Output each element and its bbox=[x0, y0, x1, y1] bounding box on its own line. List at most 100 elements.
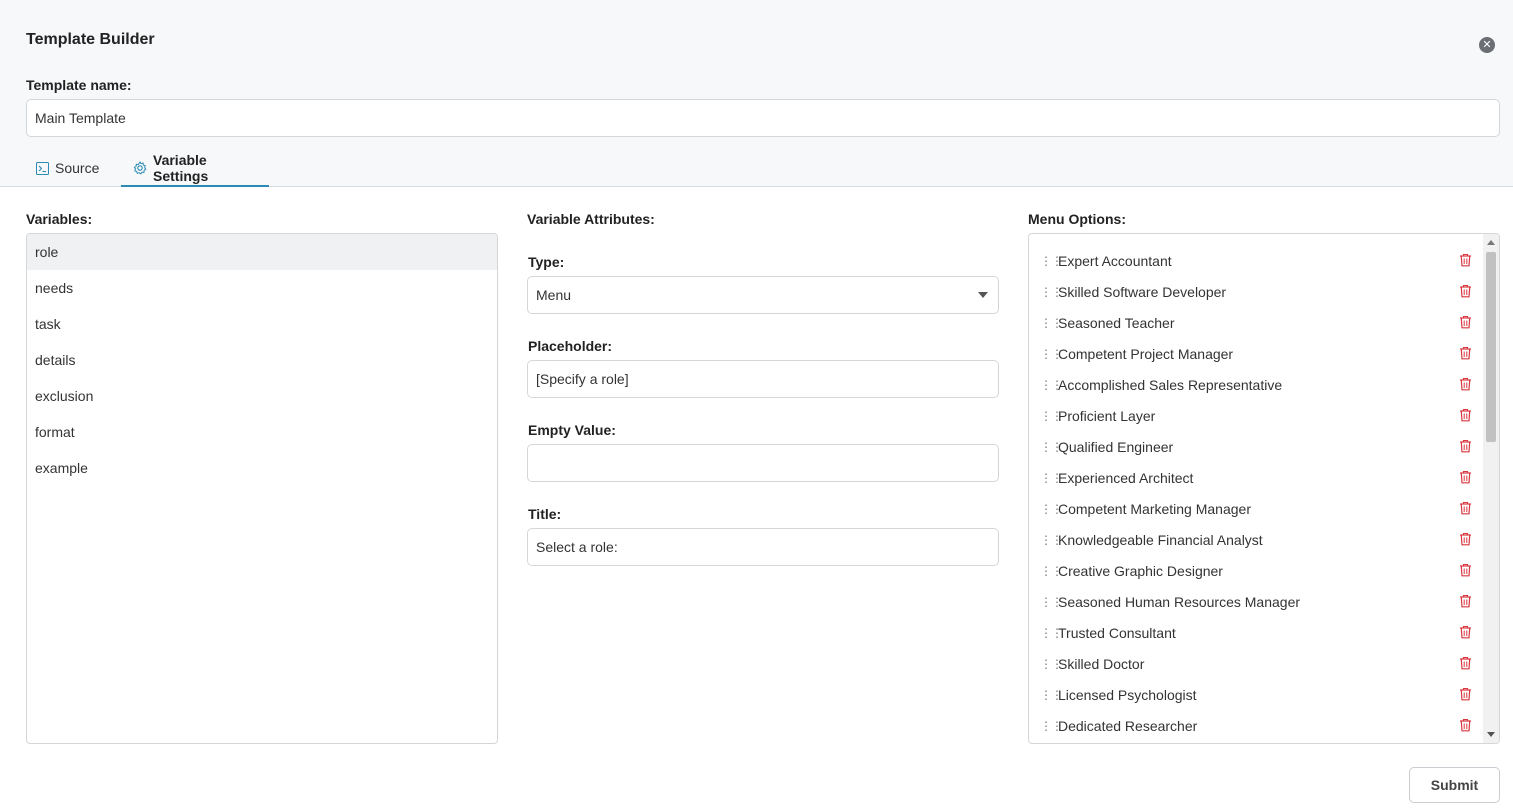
empty-value-input[interactable] bbox=[527, 444, 999, 482]
variable-item-role[interactable]: role bbox=[27, 234, 497, 270]
trash-icon[interactable] bbox=[1459, 718, 1472, 732]
tab-source-label: Source bbox=[55, 160, 100, 176]
placeholder-input[interactable] bbox=[527, 360, 999, 398]
scroll-up-icon[interactable] bbox=[1487, 240, 1495, 245]
trash-icon[interactable] bbox=[1459, 408, 1472, 422]
close-icon[interactable]: ✕ bbox=[1479, 37, 1495, 53]
menu-option-label: Expert Accountant bbox=[1058, 252, 1172, 269]
terminal-icon bbox=[36, 161, 49, 175]
drag-handle-icon[interactable]: ⋮⋮ bbox=[1040, 534, 1063, 546]
menu-option-item[interactable]: ⋮⋮ Trusted Consultant bbox=[1029, 617, 1481, 648]
trash-icon[interactable] bbox=[1459, 501, 1472, 515]
type-select-value: Menu bbox=[536, 287, 572, 303]
drag-handle-icon[interactable]: ⋮⋮ bbox=[1040, 379, 1063, 391]
menu-option-label: Competent Project Manager bbox=[1058, 345, 1234, 362]
menu-option-item[interactable]: ⋮⋮ Skilled Doctor bbox=[1029, 648, 1481, 679]
menu-option-label: Skilled Doctor bbox=[1058, 655, 1145, 672]
drag-handle-icon[interactable]: ⋮⋮ bbox=[1040, 317, 1063, 329]
template-name-label: Template name: bbox=[26, 77, 132, 93]
drag-handle-icon[interactable]: ⋮⋮ bbox=[1040, 441, 1063, 453]
trash-icon[interactable] bbox=[1459, 253, 1472, 267]
variable-item-details[interactable]: details bbox=[27, 342, 497, 378]
trash-icon[interactable] bbox=[1459, 377, 1472, 391]
tab-variable-settings-label: Variable Settings bbox=[153, 152, 209, 184]
variable-item-format[interactable]: format bbox=[27, 414, 497, 450]
variable-item-example[interactable]: example bbox=[27, 450, 497, 486]
menu-option-item[interactable]: ⋮⋮ Creative Graphic Designer bbox=[1029, 555, 1481, 586]
menu-option-label: Proficient Layer bbox=[1058, 407, 1156, 424]
menu-option-item[interactable]: ⋮⋮ Experienced Architect bbox=[1029, 462, 1481, 493]
menu-option-label: Creative Graphic Designer bbox=[1058, 562, 1223, 579]
trash-icon[interactable] bbox=[1459, 594, 1472, 608]
trash-icon[interactable] bbox=[1459, 315, 1472, 329]
drag-handle-icon[interactable]: ⋮⋮ bbox=[1040, 689, 1063, 701]
menu-option-item[interactable]: ⋮⋮ Competent Marketing Manager bbox=[1029, 493, 1481, 524]
menu-options-label: Menu Options: bbox=[1028, 211, 1126, 227]
type-select[interactable]: Menu bbox=[527, 276, 999, 314]
menu-option-label: Seasoned Human Resources Manager bbox=[1058, 593, 1301, 610]
menu-options-items: ⋮⋮ Expert Accountant ⋮⋮ Skilled Software De… bbox=[1029, 245, 1481, 741]
menu-option-label: Skilled Software Developer bbox=[1058, 283, 1227, 300]
variables-list: role needs task details exclusion format… bbox=[26, 233, 498, 744]
menu-option-item[interactable]: ⋮⋮ Licensed Psychologist bbox=[1029, 679, 1481, 710]
menu-option-item[interactable]: ⋮⋮ Expert Accountant bbox=[1029, 245, 1481, 276]
empty-value-label: Empty Value: bbox=[528, 422, 616, 438]
menu-options-scrollbar[interactable] bbox=[1483, 234, 1499, 743]
drag-handle-icon[interactable]: ⋮⋮ bbox=[1040, 255, 1063, 267]
placeholder-label: Placeholder: bbox=[528, 338, 613, 354]
variable-attributes-label: Variable Attributes: bbox=[527, 211, 655, 227]
tab-variable-settings[interactable]: Variable Settings bbox=[121, 150, 269, 187]
variable-item-exclusion[interactable]: exclusion bbox=[27, 378, 497, 414]
scroll-down-icon[interactable] bbox=[1487, 732, 1495, 737]
variable-item-needs[interactable]: needs bbox=[27, 270, 497, 306]
menu-option-item[interactable]: ⋮⋮ Dedicated Researcher bbox=[1029, 710, 1481, 741]
drag-handle-icon[interactable]: ⋮⋮ bbox=[1040, 720, 1063, 732]
menu-option-item[interactable]: ⋮⋮ Proficient Layer bbox=[1029, 400, 1481, 431]
menu-option-item[interactable]: ⋮⋮ Accomplished Sales Representative bbox=[1029, 369, 1481, 400]
drag-handle-icon[interactable]: ⋮⋮ bbox=[1040, 410, 1063, 422]
trash-icon[interactable] bbox=[1459, 532, 1472, 546]
drag-handle-icon[interactable]: ⋮⋮ bbox=[1040, 348, 1063, 360]
trash-icon[interactable] bbox=[1459, 346, 1472, 360]
menu-option-item[interactable]: ⋮⋮ Knowledgeable Financial Analyst bbox=[1029, 524, 1481, 555]
drag-handle-icon[interactable]: ⋮⋮ bbox=[1040, 596, 1063, 608]
menu-option-label: Accomplished Sales Representative bbox=[1058, 376, 1283, 393]
menu-option-label: Seasoned Teacher bbox=[1058, 314, 1175, 331]
drag-handle-icon[interactable]: ⋮⋮ bbox=[1040, 503, 1063, 515]
gear-icon bbox=[133, 161, 147, 175]
menu-option-label: Dedicated Researcher bbox=[1058, 717, 1198, 734]
drag-handle-icon[interactable]: ⋮⋮ bbox=[1040, 658, 1063, 670]
variable-item-task[interactable]: task bbox=[27, 306, 497, 342]
menu-options-list: ⋮⋮ Expert Accountant ⋮⋮ Skilled Software De… bbox=[1028, 233, 1500, 744]
scrollbar-thumb[interactable] bbox=[1486, 252, 1496, 442]
title-input[interactable] bbox=[527, 528, 999, 566]
chevron-down-icon bbox=[978, 292, 988, 298]
menu-option-label: Experienced Architect bbox=[1058, 469, 1194, 486]
trash-icon[interactable] bbox=[1459, 687, 1472, 701]
drag-handle-icon[interactable]: ⋮⋮ bbox=[1040, 627, 1063, 639]
drag-handle-icon[interactable]: ⋮⋮ bbox=[1040, 472, 1063, 484]
tab-source[interactable]: Source bbox=[24, 150, 111, 186]
menu-option-item[interactable]: ⋮⋮ Qualified Engineer bbox=[1029, 431, 1481, 462]
trash-icon[interactable] bbox=[1459, 284, 1472, 298]
menu-option-item[interactable]: ⋮⋮ Seasoned Human Resources Manager bbox=[1029, 586, 1481, 617]
trash-icon[interactable] bbox=[1459, 470, 1472, 484]
template-name-input[interactable] bbox=[26, 99, 1500, 137]
menu-option-item[interactable]: ⋮⋮ Seasoned Teacher bbox=[1029, 307, 1481, 338]
menu-option-item[interactable]: ⋮⋮ Competent Project Manager bbox=[1029, 338, 1481, 369]
menu-option-label: Licensed Psychologist bbox=[1058, 686, 1197, 703]
menu-option-label: Trusted Consultant bbox=[1058, 624, 1176, 641]
trash-icon[interactable] bbox=[1459, 563, 1472, 577]
type-label: Type: bbox=[528, 254, 565, 270]
trash-icon[interactable] bbox=[1459, 625, 1472, 639]
variables-label: Variables: bbox=[26, 211, 93, 227]
title-label: Title: bbox=[528, 506, 562, 522]
menu-option-item[interactable]: ⋮⋮ Skilled Software Developer bbox=[1029, 276, 1481, 307]
trash-icon[interactable] bbox=[1459, 656, 1472, 670]
dialog-title: Template Builder bbox=[26, 31, 155, 48]
menu-option-label: Qualified Engineer bbox=[1058, 438, 1174, 455]
submit-button[interactable]: Submit bbox=[1409, 767, 1500, 803]
trash-icon[interactable] bbox=[1459, 439, 1472, 453]
drag-handle-icon[interactable]: ⋮⋮ bbox=[1040, 286, 1063, 298]
drag-handle-icon[interactable]: ⋮⋮ bbox=[1040, 565, 1063, 577]
